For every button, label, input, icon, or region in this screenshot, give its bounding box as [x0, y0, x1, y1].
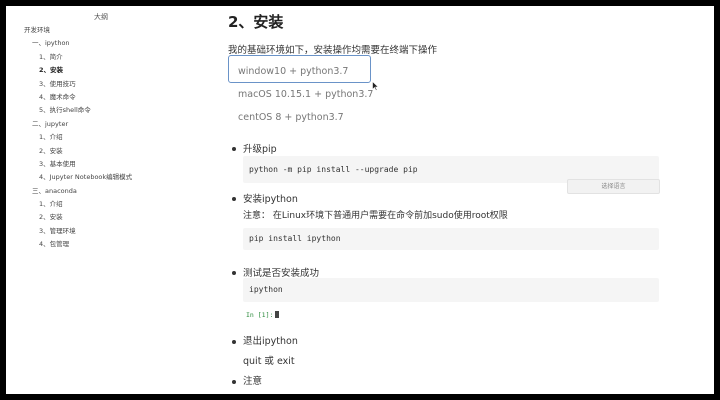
outline-item[interactable]: 1、介绍	[6, 198, 196, 211]
ipython-in-prompt: In [1]:	[246, 311, 280, 319]
quit-command-text: quit 或 exit	[243, 356, 295, 367]
bullet-dot-icon	[232, 340, 236, 344]
bullet-dot-icon	[232, 271, 236, 275]
outline-item[interactable]: 4、包管理	[6, 238, 196, 251]
outline-item[interactable]: 2、安装	[6, 211, 196, 224]
outline-item[interactable]: 4、Jupyter Notebook编辑模式	[6, 171, 196, 184]
outline-item[interactable]: 三、anaconda	[6, 185, 196, 198]
outline-item[interactable]: 3、管理环境	[6, 225, 196, 238]
env-line-macos[interactable]: macOS 10.15.1 + python3.7	[238, 89, 373, 100]
text-caret-icon	[275, 311, 280, 318]
code-block-install-ipython[interactable]: pip install ipython	[243, 228, 659, 250]
outline-item[interactable]: 4、魔术命令	[6, 91, 196, 104]
outline-item[interactable]: 二、jupyter	[6, 118, 196, 131]
bullet-upgrade-pip: 升级pip	[243, 144, 277, 155]
outline-title: 大纲	[94, 13, 108, 21]
outline-item[interactable]: 2、安装	[6, 145, 196, 158]
outline-list: 开发环境 一、ipython 1、简介 2、安装 3、使用技巧 4、魔术命令 5、执行she…	[6, 24, 196, 252]
in-prompt-label: In [1]:	[246, 311, 274, 319]
outline-item[interactable]: 2、安装	[6, 64, 196, 77]
bullet-test-install: 测试是否安装成功	[243, 268, 320, 279]
select-language-button[interactable]: 选择语言	[567, 179, 660, 194]
outline-item[interactable]: 一、ipython	[6, 37, 196, 50]
outline-item[interactable]: 1、简介	[6, 51, 196, 64]
bullet-dot-icon	[232, 380, 236, 384]
bullet-install-ipython: 安装ipython	[243, 194, 298, 205]
bullet-quit-ipython: 退出ipython	[243, 336, 298, 347]
outline-item[interactable]: 开发环境	[6, 24, 196, 37]
bullet-notice: 注意	[243, 376, 263, 387]
section-heading: 2、安装	[228, 13, 284, 31]
outline-item[interactable]: 3、使用技巧	[6, 78, 196, 91]
mouse-cursor-icon	[372, 81, 379, 91]
outline-item[interactable]: 5、执行shell命令	[6, 104, 196, 117]
code-block-ipython[interactable]: ipython	[243, 278, 659, 302]
env-line-windows[interactable]: window10 + python3.7	[238, 66, 348, 77]
app-frame: 大纲 开发环境 一、ipython 1、简介 2、安装 3、使用技巧 4、魔术命令 5、执行…	[6, 6, 714, 394]
sudo-note: 注意： 在Linux环境下普通用户需要在命令前加sudo使用root权限	[243, 211, 508, 221]
document-content: 2、安装 我的基础环境如下，安装操作均需要在终端下操作 window10 + p…	[228, 6, 668, 394]
outline-item[interactable]: 3、基本使用	[6, 158, 196, 171]
bullet-dot-icon	[232, 147, 236, 151]
intro-text: 我的基础环境如下，安装操作均需要在终端下操作	[228, 45, 438, 56]
env-line-centos[interactable]: centOS 8 + python3.7	[238, 112, 344, 123]
outline-sidebar: 大纲 开发环境 一、ipython 1、简介 2、安装 3、使用技巧 4、魔术命令 5、执行…	[6, 6, 196, 394]
outline-item[interactable]: 1、介绍	[6, 131, 196, 144]
bullet-dot-icon	[232, 197, 236, 201]
